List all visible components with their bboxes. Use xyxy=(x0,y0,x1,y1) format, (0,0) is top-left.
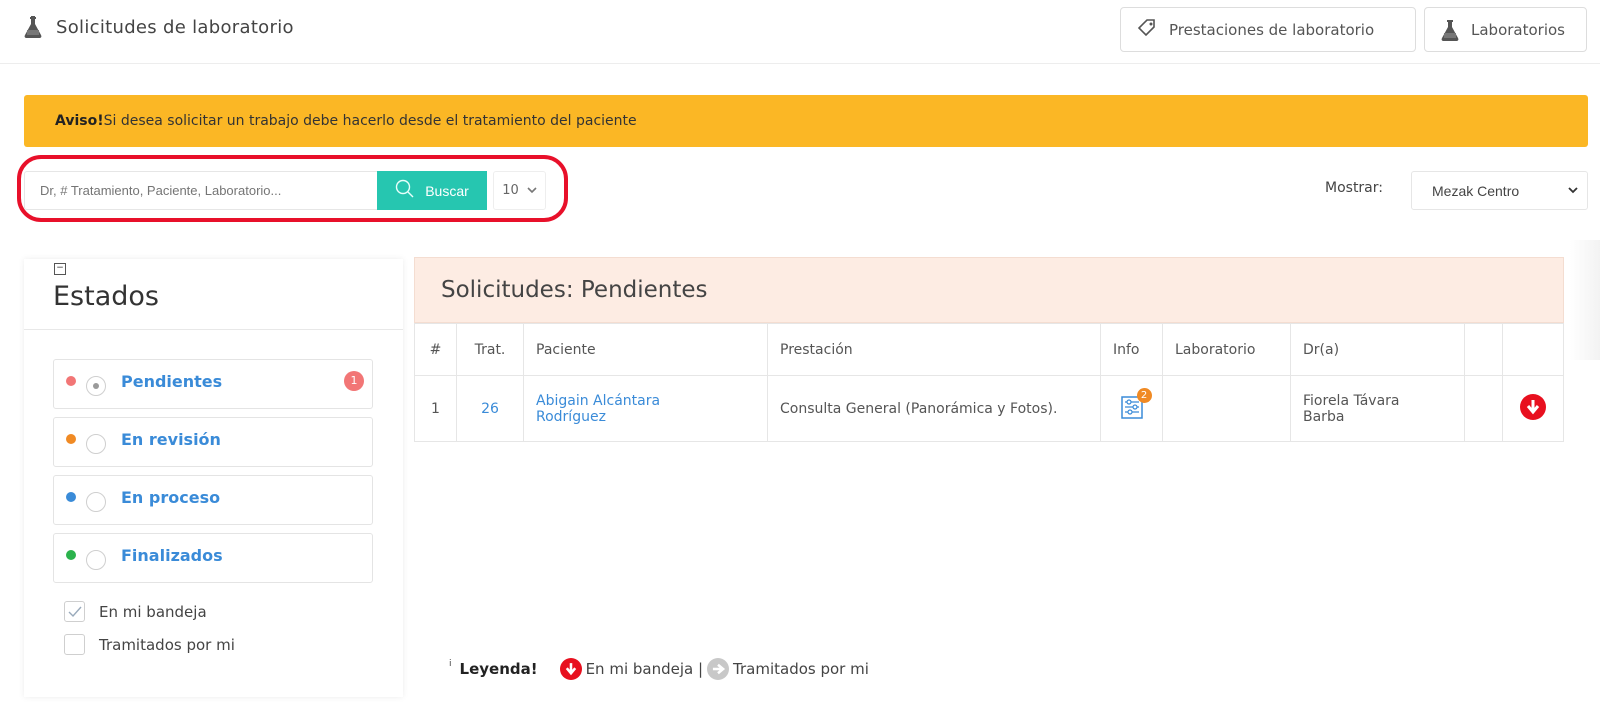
patient-name-line2: Rodríguez xyxy=(536,408,606,425)
laboratories-label: Laboratorios xyxy=(1471,20,1565,39)
patient-name-line1: Abigain Alcántara xyxy=(536,392,661,409)
top-bar: Solicitudes de laboratorio Prestaciones … xyxy=(0,0,1600,64)
state-radio-pendientes[interactable] xyxy=(86,376,106,396)
info-marker: i xyxy=(449,659,452,669)
column-header: Prestación xyxy=(767,323,1101,376)
info-count-badge: 2 xyxy=(1136,387,1152,403)
page-title: Solicitudes de laboratorio xyxy=(56,16,294,38)
legend-item-processed-by-me: Tramitados por mi xyxy=(733,660,869,678)
state-item-finalizados[interactable]: Finalizados xyxy=(53,533,373,583)
state-label: Finalizados xyxy=(121,545,223,565)
requests-panel: Solicitudes: Pendientes # Trat. Paciente… xyxy=(414,257,1564,699)
arrow-right-circle-icon xyxy=(707,658,730,680)
states-title: Estados xyxy=(53,281,159,312)
info-cell: 2 xyxy=(1100,375,1163,442)
requests-title: Solicitudes: Pendientes xyxy=(414,257,1564,323)
in-my-tray-option[interactable]: En mi bandeja xyxy=(64,601,207,622)
status-dot xyxy=(66,492,76,502)
edge-shadow xyxy=(1570,240,1600,360)
service-cell: Consulta General (Panorámica y Fotos). xyxy=(767,375,1101,442)
check-icon xyxy=(68,606,82,617)
status-dot xyxy=(66,376,76,386)
column-header: Info xyxy=(1100,323,1163,376)
in-my-tray-label: En mi bandeja xyxy=(99,602,207,621)
column-header xyxy=(1502,323,1564,376)
flask-icon xyxy=(1441,19,1459,41)
info-button[interactable]: 2 xyxy=(1120,387,1152,420)
page-title-wrap: Solicitudes de laboratorio xyxy=(24,16,294,38)
state-item-en-revision[interactable]: En revisión xyxy=(53,417,373,467)
laboratory-cell xyxy=(1162,375,1291,442)
legend: i Leyenda! En mi bandeja | Tramitados po… xyxy=(449,658,869,680)
divider xyxy=(24,329,403,330)
state-item-pendientes[interactable]: Pendientes 1 xyxy=(53,359,373,409)
doctor-cell: Fiorela Távara Barba xyxy=(1290,375,1465,442)
column-header: Dr(a) xyxy=(1290,323,1465,376)
search-highlight-outline xyxy=(17,155,568,222)
doctor-name-line1: Fiorela Távara xyxy=(1303,392,1400,409)
column-header: # xyxy=(414,323,457,376)
patient-cell: Abigain Alcántara Rodríguez xyxy=(523,375,768,442)
column-header xyxy=(1464,323,1503,376)
flask-icon xyxy=(24,16,42,38)
status-dot xyxy=(66,434,76,444)
table-row: 1 26 Abigain Alcántara Rodríguez Consult… xyxy=(414,375,1564,442)
notice-banner: Aviso! Si desea solicitar un trabajo deb… xyxy=(24,95,1588,147)
notice-text: Si desea solicitar un trabajo debe hacer… xyxy=(103,113,637,129)
state-radio-en-revision[interactable] xyxy=(86,434,106,454)
tag-icon xyxy=(1137,18,1157,42)
lab-services-button[interactable]: Prestaciones de laboratorio xyxy=(1120,7,1416,52)
branch-select[interactable]: Mezak Centro xyxy=(1411,171,1588,210)
treatment-cell: 26 xyxy=(456,375,524,442)
collapse-icon[interactable]: − xyxy=(54,263,66,275)
state-label: En proceso xyxy=(121,487,221,507)
show-filter-label: Mostrar: xyxy=(1325,180,1383,196)
requests-table: # Trat. Paciente Prestación Info Laborat… xyxy=(414,323,1564,442)
arrow-down-circle-icon xyxy=(559,658,582,680)
row-number: 1 xyxy=(414,375,457,442)
doctor-name-line2: Barba xyxy=(1303,408,1345,425)
state-label: Pendientes xyxy=(121,371,223,391)
column-header: Laboratorio xyxy=(1162,323,1291,376)
state-radio-en-proceso[interactable] xyxy=(86,492,106,512)
table-header-row: # Trat. Paciente Prestación Info Laborat… xyxy=(414,323,1564,376)
chevron-down-icon xyxy=(1567,183,1579,200)
status-dot xyxy=(66,550,76,560)
processed-by-me-option[interactable]: Tramitados por mi xyxy=(64,634,235,655)
count-badge: 1 xyxy=(344,371,364,391)
laboratories-button[interactable]: Laboratorios xyxy=(1424,7,1587,52)
state-item-en-proceso[interactable]: En proceso xyxy=(53,475,373,525)
action-cell xyxy=(1502,375,1564,442)
legend-label: Leyenda! xyxy=(459,660,538,678)
column-header: Trat. xyxy=(456,323,524,376)
legend-item-in-my-tray: En mi bandeja | xyxy=(585,660,704,678)
processed-by-me-label: Tramitados por mi xyxy=(99,635,235,654)
lab-services-label: Prestaciones de laboratorio xyxy=(1169,20,1375,39)
in-my-tray-checkbox[interactable] xyxy=(64,601,85,622)
branch-select-value: Mezak Centro xyxy=(1432,182,1520,199)
processed-by-me-checkbox[interactable] xyxy=(64,634,85,655)
state-radio-finalizados[interactable] xyxy=(86,550,106,570)
arrow-down-circle-icon[interactable] xyxy=(1520,393,1546,420)
column-header: Paciente xyxy=(523,323,768,376)
empty-cell xyxy=(1464,375,1503,442)
state-label: En revisión xyxy=(121,429,221,449)
notice-prefix: Aviso! xyxy=(55,113,104,129)
patient-link[interactable]: Abigain Alcántara Rodríguez xyxy=(536,393,660,425)
states-panel: − Estados Pendientes 1 En revisión En pr… xyxy=(24,259,403,697)
treatment-link[interactable]: 26 xyxy=(481,401,499,417)
